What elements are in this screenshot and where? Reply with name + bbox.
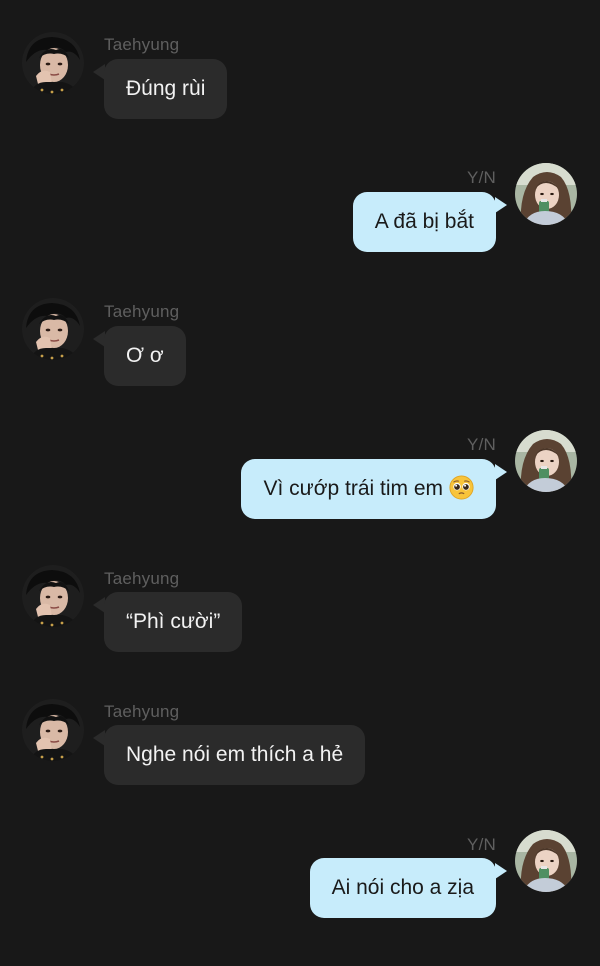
yn-avatar-icon[interactable]: [515, 430, 577, 492]
sender-name: Y/N: [467, 168, 496, 187]
message-bubble[interactable]: Vì cướp trái tim em: [241, 459, 496, 519]
taehyung-avatar-icon[interactable]: [22, 298, 84, 360]
pleading-face-emoji-icon: [449, 475, 474, 500]
message-bubble[interactable]: Ơ ơ: [104, 326, 186, 386]
message-bubble[interactable]: Ai nói cho a zịa: [309, 858, 496, 918]
message-bubble[interactable]: Đúng rùi: [104, 59, 228, 119]
taehyung-avatar-icon[interactable]: [22, 32, 84, 94]
sender-name: Taehyung: [104, 569, 180, 588]
yn-avatar-icon[interactable]: [515, 830, 577, 892]
bubble-tail: [495, 863, 507, 879]
chat-thread: Taehyung Đúng rùi Y/N A đã bị bắt Taehyu…: [0, 0, 600, 966]
sender-name: Taehyung: [104, 35, 180, 54]
message-bubble[interactable]: “Phì cười”: [104, 592, 243, 652]
yn-avatar-icon[interactable]: [515, 163, 577, 225]
sender-name: Taehyung: [104, 702, 180, 721]
sender-name: Y/N: [467, 835, 496, 854]
bubble-tail: [495, 197, 507, 213]
message-bubble[interactable]: A đã bị bắt: [352, 192, 496, 252]
bubble-tail: [495, 464, 507, 480]
message-bubble[interactable]: Nghe nói em thích a hẻ: [104, 725, 366, 785]
message-text: Vì cướp trái tim em: [263, 477, 443, 500]
sender-name: Y/N: [467, 435, 496, 454]
taehyung-avatar-icon[interactable]: [22, 565, 84, 627]
sender-name: Taehyung: [104, 302, 180, 321]
taehyung-avatar-icon[interactable]: [22, 699, 84, 761]
